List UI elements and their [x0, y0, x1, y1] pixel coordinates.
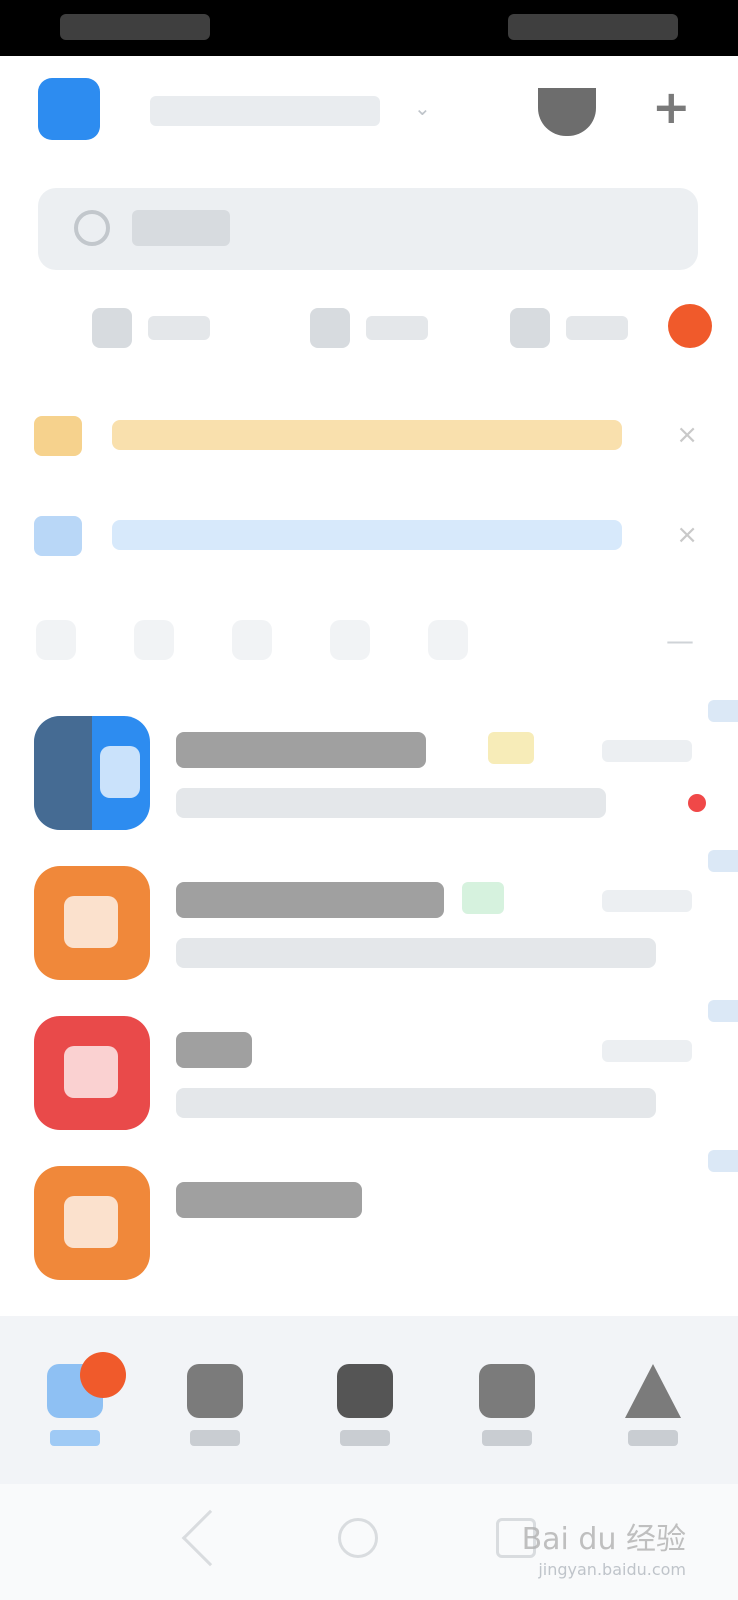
avatar-icon: [64, 1196, 118, 1248]
nav-item-grid[interactable]: [330, 1364, 400, 1446]
watermark: Bai du 经验: [521, 1522, 686, 1557]
conversation-time: [602, 740, 692, 762]
nav-label: [340, 1430, 390, 1446]
conversation-title: [176, 882, 444, 918]
close-icon[interactable]: ×: [676, 420, 698, 450]
avatar-icon: [100, 746, 140, 798]
nav-label: [628, 1430, 678, 1446]
quick-action-label: [366, 316, 428, 340]
conversation-title: [176, 1182, 362, 1218]
quick-action-icon: [92, 308, 132, 348]
filter-4[interactable]: [330, 620, 370, 660]
quick-action-icon: [310, 308, 350, 348]
conversation-row-3[interactable]: [0, 1000, 738, 1150]
scroll-indicator: [708, 1150, 738, 1172]
nav-item-person[interactable]: [618, 1364, 688, 1446]
unread-dot: [688, 794, 706, 812]
search-placeholder: [132, 210, 230, 246]
conversation-preview: [176, 938, 656, 968]
quick-action-3[interactable]: [510, 300, 720, 360]
avatar: [34, 1016, 150, 1130]
conversation-preview: [176, 788, 606, 818]
filter-3[interactable]: [232, 620, 272, 660]
app-header: ⌄ +: [0, 56, 738, 176]
system-navigation: Bai du 经验 jingyan.baidu.com: [0, 1484, 738, 1600]
filter-5[interactable]: [428, 620, 468, 660]
person-icon: [625, 1364, 681, 1418]
close-icon[interactable]: ×: [676, 520, 698, 550]
conversation-tag: [462, 882, 504, 914]
avatar-icon: [64, 896, 118, 948]
home-circle-icon[interactable]: [338, 1518, 378, 1558]
conversation-tag: [488, 732, 534, 764]
filter-row: —: [36, 620, 716, 670]
notification-badge: [668, 304, 712, 348]
conversation-time: [602, 1040, 692, 1062]
avatar-icon: [64, 1046, 118, 1098]
scroll-indicator: [708, 1000, 738, 1022]
conversation-row-2[interactable]: [0, 850, 738, 1000]
quick-action-2[interactable]: [310, 300, 430, 360]
conversation-time: [602, 890, 692, 912]
quick-action-label: [566, 316, 628, 340]
status-time-carrier: [60, 14, 210, 40]
gift-icon: [34, 416, 82, 456]
chevron-down-icon[interactable]: ⌄: [414, 96, 431, 120]
quick-action-label: [148, 316, 210, 340]
conversation-row-1[interactable]: [0, 700, 738, 850]
notice-text: [112, 520, 622, 550]
notice-banner[interactable]: ×: [0, 500, 738, 570]
nav-label: [50, 1430, 100, 1446]
status-bar: [0, 0, 738, 56]
conversation-preview: [176, 1088, 656, 1118]
scroll-indicator: [708, 850, 738, 872]
more-icon[interactable]: —: [666, 624, 694, 657]
filter-2[interactable]: [134, 620, 174, 660]
avatar: [34, 866, 150, 980]
search-icon: [74, 210, 110, 246]
promo-banner[interactable]: ×: [0, 400, 738, 470]
app-logo[interactable]: [38, 78, 100, 140]
nav-label: [190, 1430, 240, 1446]
grid-icon: [337, 1364, 393, 1418]
plus-icon[interactable]: +: [652, 84, 691, 130]
search-bar[interactable]: [38, 188, 698, 270]
scroll-indicator: [708, 700, 738, 722]
shield-icon[interactable]: [538, 88, 596, 136]
status-icons: [508, 14, 678, 40]
back-icon[interactable]: [181, 1509, 239, 1567]
bottom-navigation: [0, 1316, 738, 1484]
conversation-title: [176, 732, 426, 768]
conversation-row-4[interactable]: [0, 1150, 738, 1300]
box-icon: [479, 1364, 535, 1418]
nav-item-chat[interactable]: [180, 1364, 250, 1446]
avatar: [34, 1166, 150, 1280]
avatar-stack: [34, 716, 92, 830]
user-bell-icon: [34, 516, 82, 556]
nav-item-box[interactable]: [472, 1364, 542, 1446]
org-switcher[interactable]: [150, 96, 380, 126]
filter-1[interactable]: [36, 620, 76, 660]
quick-action-1[interactable]: [92, 300, 212, 360]
promo-text: [112, 420, 622, 450]
conversation-title: [176, 1032, 252, 1068]
watermark-url: jingyan.baidu.com: [538, 1560, 686, 1579]
notification-badge: [80, 1352, 126, 1398]
quick-action-icon: [510, 308, 550, 348]
chat-icon: [187, 1364, 243, 1418]
nav-label: [482, 1430, 532, 1446]
avatar: [34, 716, 150, 830]
